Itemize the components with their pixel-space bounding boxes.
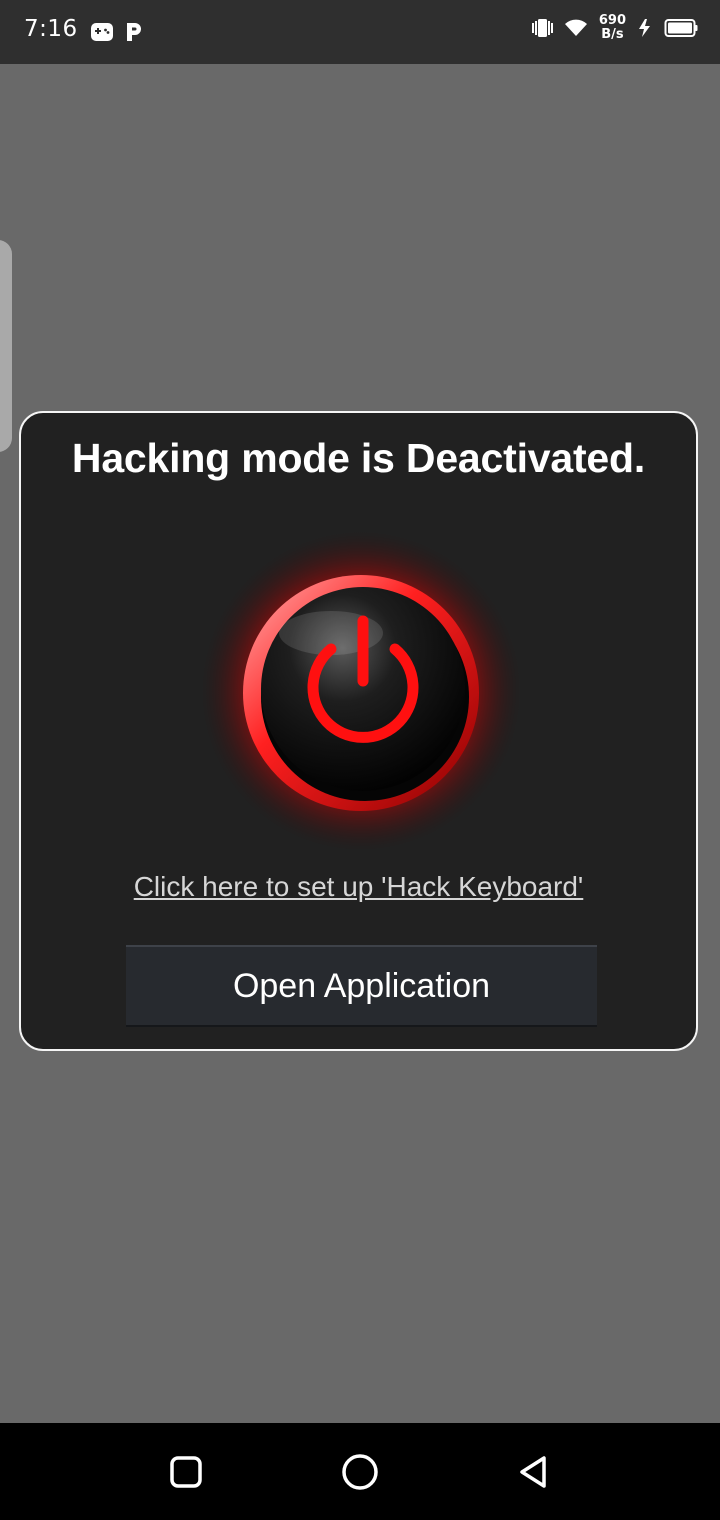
gamepad-icon [91, 23, 113, 41]
dialog-title: Hacking mode is Deactivated. [71, 435, 646, 481]
hack-mode-dialog: Hacking mode is Deactivated. Click here … [19, 411, 698, 1051]
net-speed-value: 690 [598, 13, 626, 28]
parking-p-icon [127, 23, 141, 41]
charging-bolt-icon [639, 19, 650, 37]
home-circle-icon [342, 1454, 378, 1490]
screen: 7:16 690 B/s Hacking mode is Deactivated… [0, 0, 720, 1520]
recents-button[interactable] [161, 1447, 211, 1497]
back-triangle-icon [520, 1456, 546, 1488]
open-application-button[interactable]: Open Application [126, 945, 597, 1027]
power-icon [201, 531, 521, 851]
status-bar: 7:16 690 B/s [0, 0, 720, 64]
net-speed-unit: B/s [601, 27, 624, 42]
back-button[interactable] [509, 1447, 559, 1497]
status-left-icons [90, 20, 144, 44]
home-button[interactable] [335, 1447, 385, 1497]
net-speed: 690 B/s [599, 14, 626, 42]
setup-hack-keyboard-link[interactable]: Click here to set up 'Hack Keyboard' [21, 871, 696, 903]
edge-panel-handle[interactable] [0, 240, 12, 452]
navigation-bar [0, 1423, 720, 1520]
battery-icon [664, 19, 698, 37]
status-time: 7:16 [24, 16, 78, 42]
recents-square-icon [170, 1456, 202, 1488]
vibrate-icon [531, 19, 553, 37]
power-button[interactable] [191, 521, 531, 861]
status-right-icons: 690 B/s [531, 14, 698, 42]
wifi-icon [564, 19, 587, 36]
